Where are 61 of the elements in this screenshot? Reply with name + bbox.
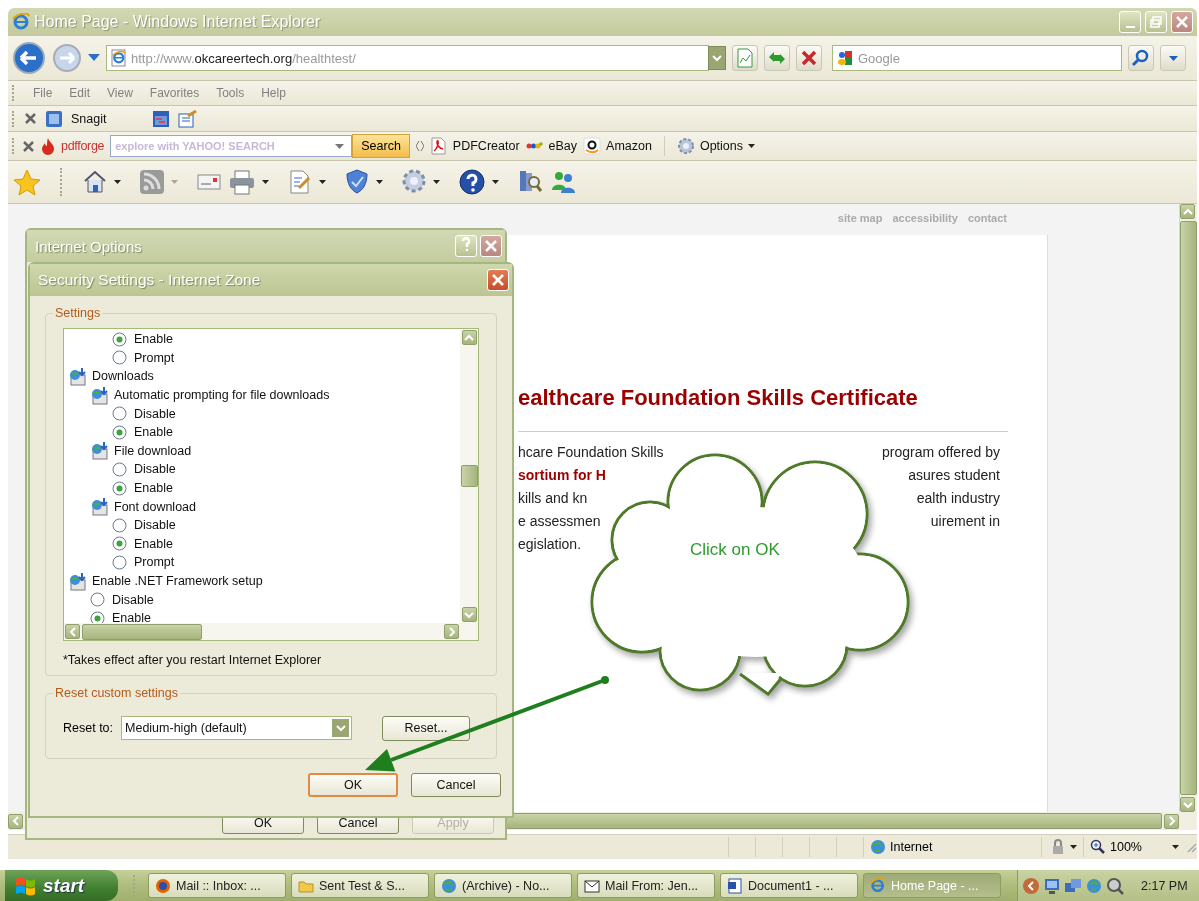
paragraph-text: ealth industry [916,490,1000,508]
option-label: Enable [134,425,173,440]
toolbar-link[interactable]: eBay [548,139,578,153]
search-field[interactable]: Google [858,48,1088,68]
taskbar-button[interactable]: Sent Test & S... [291,873,429,898]
group-label: Reset custom settings [54,686,179,700]
dialog-button[interactable]: Cancel [411,773,501,797]
taskbar-button[interactable]: Mail From: Jen... [577,873,715,898]
search-button[interactable]: Search [352,134,410,158]
setting-label: File download [114,443,192,458]
search-field[interactable]: explore with YAHOO! SEARCH [115,136,336,156]
address-field[interactable]: http://www.okcareertech.org/healthtest/ [106,45,709,71]
options-menu[interactable]: Options [699,139,743,153]
callout-text: Click on OK [690,540,780,560]
setting-label: Enable .NET Framework setup [92,574,263,588]
option-label: Enable [134,481,173,496]
option-label: Enable [134,536,173,551]
dialog-title: Internet Options [35,237,143,255]
reset-button[interactable]: Reset... [382,715,471,741]
option-label: Enable [134,332,173,347]
dialog-button[interactable]: OK [308,773,398,797]
toolbar-logo: pdfforge [61,139,105,153]
setting-label: Downloads [92,369,154,384]
zoom-level[interactable]: 100% [1110,840,1142,854]
window-title: Home Page - Windows Internet Explorer [34,13,322,31]
toolbar-link[interactable]: PDFCreator [452,139,520,153]
taskbar-button[interactable]: Document1 - ... [720,873,858,898]
option-label: Disable [134,462,176,477]
setting-label: Automatic prompting for file downloads [114,388,330,403]
taskbar-button[interactable]: (Archive) - No... [434,873,572,898]
option-label: Prompt [134,555,175,570]
paragraph-text: uirement in [930,513,1000,531]
paragraph-text: sortium for H [518,467,606,485]
taskbar-button[interactable]: Mail :: Inbox: ... [148,873,286,898]
page-heading: ealthcare Foundation Skills Certificate [518,385,919,411]
menu-item[interactable]: Favorites [149,86,200,100]
toolbar-link[interactable]: Amazon [606,139,652,153]
start-button[interactable]: start [5,870,118,901]
paragraph-text: hcare Foundation Skills [518,444,664,462]
setting-label: Font download [114,499,196,514]
option-label: Disable [134,518,176,533]
paragraph-text: egislation. [518,536,582,554]
paragraph-text: e assessmen [518,513,601,531]
option-label: Disable [112,592,154,607]
dialog-title: Security Settings - Internet Zone [38,271,262,289]
option-label: Enable [112,611,151,623]
option-label: Prompt [134,350,175,365]
menu-item[interactable]: View [107,86,133,100]
clock: 2:17 PM [1141,878,1188,893]
field-label: Reset to: [63,721,114,735]
paragraph-text: asures student [908,467,1000,485]
group-label: Settings [54,306,102,320]
paragraph-text: kills and kn [518,490,588,508]
option-label: Disable [134,406,176,421]
snagit-button[interactable]: Snagit [71,111,107,126]
search-box[interactable]: Google [832,45,1122,71]
paragraph-text: program offered by [881,444,1000,462]
search-box[interactable]: explore with YAHOO! SEARCH [110,135,353,157]
reset-level-dropdown[interactable]: Medium-high (default) [121,716,353,740]
note-text: *Takes effect after you restart Internet Explorer [63,653,323,667]
zone-label: Internet [890,840,933,854]
